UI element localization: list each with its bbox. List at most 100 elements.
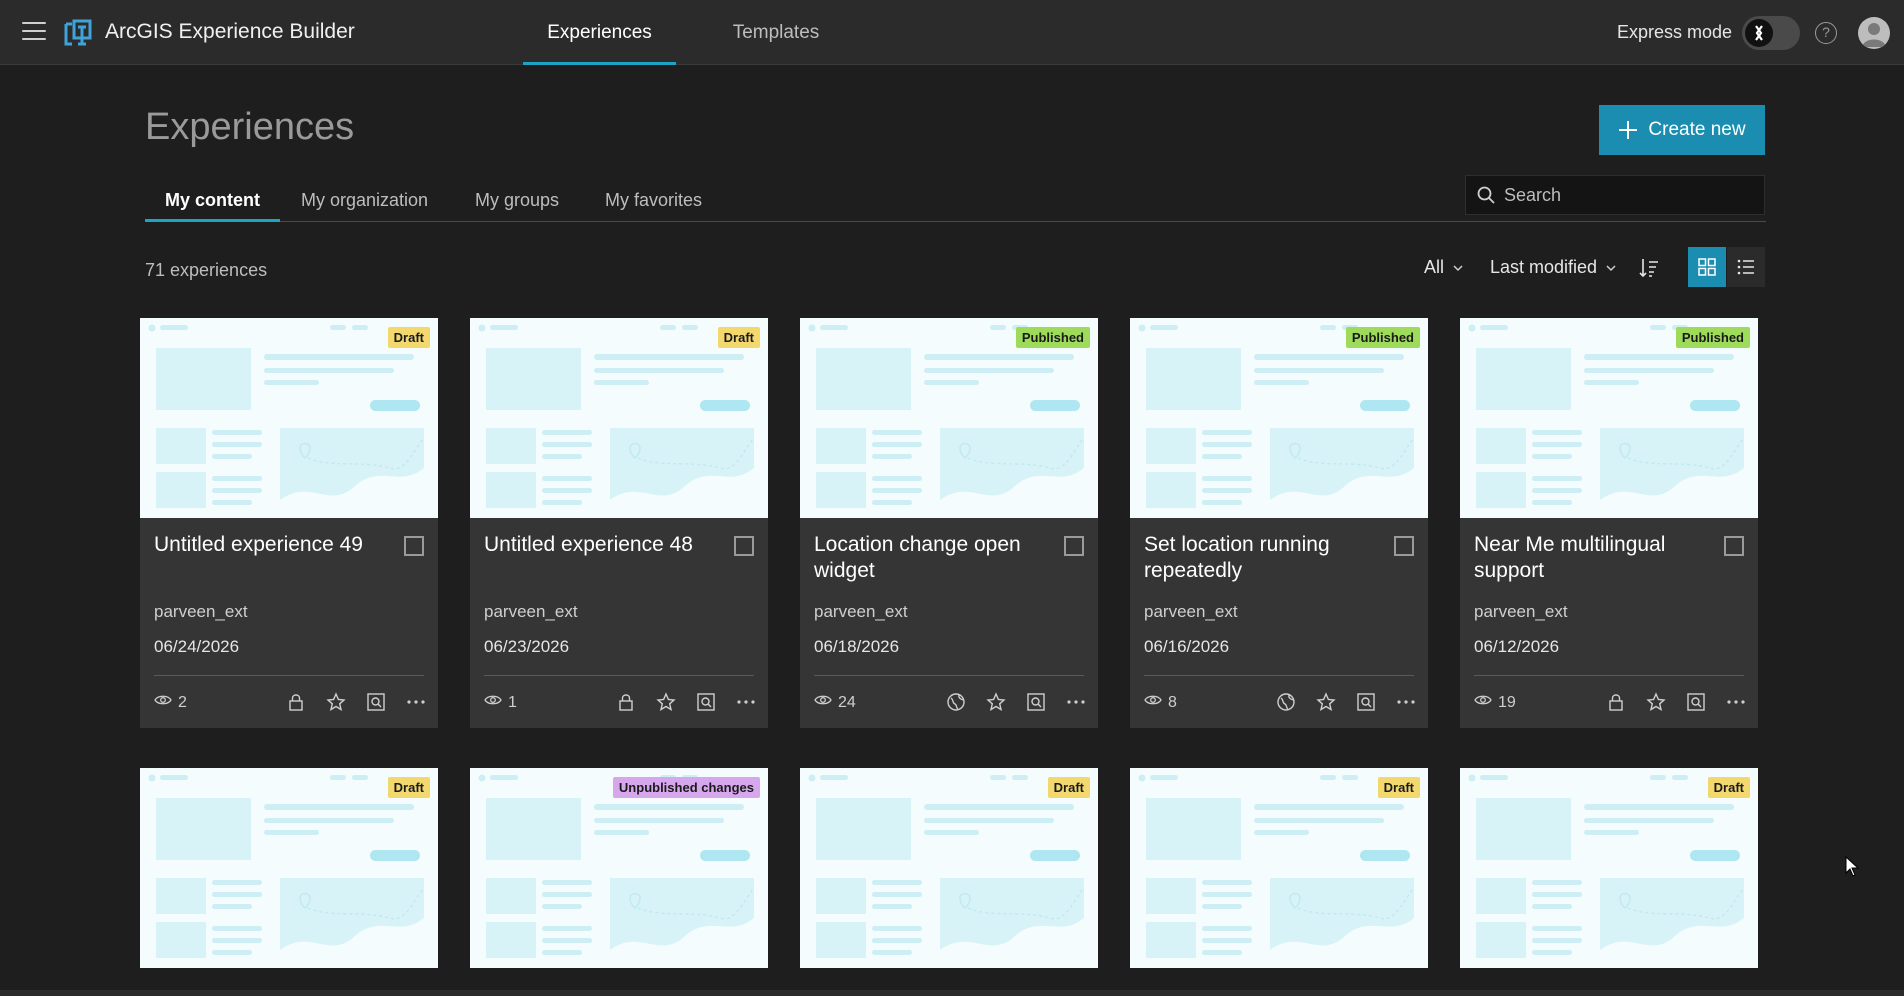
view-count: 19 [1474, 693, 1516, 712]
more-icon[interactable] [404, 690, 428, 714]
star-icon[interactable] [984, 690, 1008, 714]
search-box[interactable] [1465, 175, 1765, 215]
experience-card[interactable]: Published Near Me multilingual support p… [1460, 318, 1758, 728]
lock-icon[interactable] [614, 690, 638, 714]
tab-my-organization[interactable]: My organization [281, 186, 448, 222]
eye-icon [814, 693, 832, 712]
card-thumbnail[interactable]: Published [800, 318, 1098, 518]
card-owner: parveen_ext [814, 602, 908, 621]
preview-icon[interactable] [1024, 690, 1048, 714]
card-actions [944, 690, 1088, 714]
search-icon [1477, 186, 1495, 204]
top-bar: ArcGIS Experience Builder Experiences Te… [0, 0, 1904, 65]
grid-icon [1698, 258, 1716, 276]
card-divider [1474, 675, 1744, 676]
template-thumbnail-illustration [1460, 768, 1758, 968]
type-filter-dropdown[interactable]: All [1424, 257, 1464, 278]
create-new-button[interactable]: Create new [1599, 105, 1765, 155]
select-checkbox[interactable] [1064, 536, 1084, 556]
express-mode-toggle[interactable] [1742, 16, 1800, 50]
preview-icon[interactable] [694, 690, 718, 714]
card-thumbnail[interactable]: Draft [140, 318, 438, 518]
card-body: Near Me multilingual support parveen_ext… [1460, 518, 1758, 728]
card-body: Set location running repeatedly parveen_… [1130, 518, 1428, 728]
star-icon[interactable] [654, 690, 678, 714]
tab-my-favorites[interactable]: My favorites [585, 186, 722, 222]
card-owner: parveen_ext [484, 602, 578, 621]
more-icon[interactable] [1724, 690, 1748, 714]
globe-icon[interactable] [1274, 690, 1298, 714]
sort-order-icon[interactable] [1637, 256, 1661, 280]
sort-value: Last modified [1490, 257, 1598, 277]
view-count-value: 8 [1168, 693, 1177, 711]
preview-icon[interactable] [1684, 690, 1708, 714]
star-icon[interactable] [1314, 690, 1338, 714]
card-thumbnail[interactable]: Published [1460, 318, 1758, 518]
search-input[interactable] [1504, 184, 1754, 206]
experience-card[interactable]: Draft [1460, 768, 1758, 968]
experience-card[interactable]: Draft [140, 768, 438, 968]
status-badge: Draft [1047, 777, 1090, 798]
preview-icon[interactable] [1354, 690, 1378, 714]
more-icon[interactable] [1064, 690, 1088, 714]
template-thumbnail-illustration [1130, 318, 1428, 518]
card-title[interactable]: Location change open widget [814, 532, 1052, 584]
view-count-value: 1 [508, 693, 517, 711]
card-date: 06/16/2026 [1144, 637, 1230, 656]
lock-icon[interactable] [1604, 690, 1628, 714]
tab-my-groups[interactable]: My groups [455, 186, 579, 222]
card-thumbnail[interactable]: Draft [1460, 768, 1758, 968]
card-date: 06/24/2026 [154, 637, 240, 656]
card-body: Location change open widget parveen_ext … [800, 518, 1098, 728]
template-thumbnail-illustration [800, 768, 1098, 968]
card-thumbnail[interactable]: Unpublished changes [470, 768, 768, 968]
tab-my-content[interactable]: My content [145, 186, 281, 222]
card-actions [1604, 690, 1748, 714]
star-icon[interactable] [324, 690, 348, 714]
sort-dropdown[interactable]: Last modified [1490, 257, 1617, 278]
select-checkbox[interactable] [404, 536, 424, 556]
card-owner: parveen_ext [1474, 602, 1568, 621]
tab-templates[interactable]: Templates [717, 0, 835, 65]
more-icon[interactable] [1394, 690, 1418, 714]
experience-card[interactable]: Draft Untitled experience 48 parveen_ext… [470, 318, 768, 728]
card-thumbnail[interactable]: Draft [800, 768, 1098, 968]
template-thumbnail-illustration [1130, 768, 1428, 968]
grid-view-button[interactable] [1688, 247, 1726, 287]
card-thumbnail[interactable]: Draft [470, 318, 768, 518]
select-checkbox[interactable] [1394, 536, 1414, 556]
card-divider [484, 675, 754, 676]
preview-icon[interactable] [364, 690, 388, 714]
experience-count: 71 experiences [145, 260, 268, 280]
list-view-button[interactable] [1727, 247, 1765, 287]
more-icon[interactable] [734, 690, 758, 714]
card-title[interactable]: Untitled experience 49 [154, 532, 392, 584]
view-count-value: 2 [178, 693, 187, 711]
card-divider [1144, 675, 1414, 676]
user-avatar[interactable] [1858, 17, 1890, 49]
status-badge: Published [1675, 327, 1750, 348]
status-badge: Draft [387, 327, 430, 348]
experience-card[interactable]: Published Location change open widget pa… [800, 318, 1098, 728]
card-title[interactable]: Set location running repeatedly [1144, 532, 1382, 584]
plus-icon [1619, 121, 1638, 139]
experience-card[interactable]: Draft [1130, 768, 1428, 968]
experience-card[interactable]: Draft [800, 768, 1098, 968]
experience-card[interactable]: Draft Untitled experience 49 parveen_ext… [140, 318, 438, 728]
card-title[interactable]: Near Me multilingual support [1474, 532, 1712, 584]
bottom-edge [0, 990, 1904, 996]
menu-icon[interactable] [22, 22, 46, 42]
tab-experiences[interactable]: Experiences [523, 0, 676, 65]
card-thumbnail[interactable]: Published [1130, 318, 1428, 518]
select-checkbox[interactable] [734, 536, 754, 556]
experience-card[interactable]: Published Set location running repeatedl… [1130, 318, 1428, 728]
card-title[interactable]: Untitled experience 48 [484, 532, 722, 584]
help-icon[interactable]: ? [1815, 22, 1837, 44]
star-icon[interactable] [1644, 690, 1668, 714]
select-checkbox[interactable] [1724, 536, 1744, 556]
card-thumbnail[interactable]: Draft [1130, 768, 1428, 968]
card-thumbnail[interactable]: Draft [140, 768, 438, 968]
globe-icon[interactable] [944, 690, 968, 714]
lock-icon[interactable] [284, 690, 308, 714]
experience-card[interactable]: Unpublished changes [470, 768, 768, 968]
